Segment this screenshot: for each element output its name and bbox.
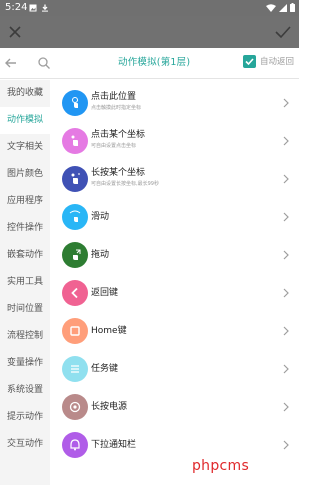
download-icon [42, 4, 48, 12]
auto-return-checkbox[interactable]: 自动返回 [243, 55, 294, 68]
action-title: 下拉通知栏 [91, 440, 137, 450]
action-item-tap-here[interactable]: 点击此位置 点击触摸此时指定坐标 [50, 85, 299, 123]
status-time: 5:24 [5, 2, 28, 13]
action-subtitle: 可自由设置点击坐标 [91, 143, 137, 149]
action-picker-panel: 动作模拟(第1层) 自动返回 我的收藏 动作模拟 文字相关 图片颜色 应用程序 … [0, 48, 299, 485]
chevron-right-icon [283, 212, 289, 222]
sidebar-item-apps[interactable]: 应用程序 [0, 188, 50, 215]
action-item-pull-notification[interactable]: 下拉通知栏 [50, 427, 299, 465]
watermark: phpcms [192, 458, 250, 474]
sidebar-item-tools[interactable]: 实用工具 [0, 269, 50, 296]
action-item-home-key[interactable]: Home键 [50, 313, 299, 351]
chevron-right-icon [283, 136, 289, 146]
wifi-icon [266, 3, 276, 12]
sidebar-item-favorites[interactable]: 我的收藏 [0, 80, 50, 107]
chevron-right-icon [283, 326, 289, 336]
action-item-swipe[interactable]: 滑动 [50, 199, 299, 237]
signal-icon [279, 3, 287, 12]
confirm-check-icon[interactable] [273, 22, 293, 42]
notification-icon [62, 432, 88, 458]
gallery-icon [29, 4, 37, 12]
action-item-long-press-power[interactable]: 长按电源 [50, 389, 299, 427]
tap-icon [62, 90, 88, 116]
sidebar-item-nested[interactable]: 嵌套动作 [0, 242, 50, 269]
back-key-icon [62, 280, 88, 306]
action-title: 长按某个坐标 [91, 168, 146, 178]
dialog-title-bar [0, 16, 299, 48]
back-arrow-icon[interactable] [4, 56, 18, 70]
action-item-long-press[interactable]: 长按某个坐标 可自由设置长按坐标,最长99秒 [50, 161, 299, 199]
chevron-right-icon [283, 98, 289, 108]
action-title: 点击此位置 [91, 92, 137, 102]
auto-return-label: 自动返回 [260, 56, 295, 67]
action-title: 点击某个坐标 [91, 130, 146, 140]
chevron-right-icon [283, 402, 289, 412]
chevron-right-icon [283, 364, 289, 374]
sidebar-item-time-location[interactable]: 时间位置 [0, 296, 50, 323]
action-title: 任务键 [91, 364, 119, 374]
chevron-right-icon [283, 250, 289, 260]
battery-icon [290, 3, 295, 12]
close-icon[interactable] [5, 22, 25, 42]
sidebar-item-variables[interactable]: 变量操作 [0, 350, 50, 377]
action-item-task-key[interactable]: 任务键 [50, 351, 299, 389]
sidebar-item-widget-ops[interactable]: 控件操作 [0, 215, 50, 242]
home-key-icon [62, 318, 88, 344]
status-indicators [266, 3, 295, 12]
sidebar-item-text[interactable]: 文字相关 [0, 134, 50, 161]
action-subtitle: 点击触摸此时指定坐标 [91, 105, 142, 111]
category-sidebar: 我的收藏 动作模拟 文字相关 图片颜色 应用程序 控件操作 嵌套动作 实用工具 … [0, 80, 50, 485]
status-bar: 5:24 [0, 0, 299, 16]
chevron-right-icon [283, 174, 289, 184]
page-title: 动作模拟(第1层) [118, 57, 191, 68]
action-title: 拖动 [91, 250, 110, 260]
sidebar-item-image-color[interactable]: 图片颜色 [0, 161, 50, 188]
checkbox-checked-icon[interactable] [243, 55, 256, 68]
action-list: 点击此位置 点击触摸此时指定坐标 点击某个坐标 可自由设置点击坐标 长按某个坐标… [50, 80, 299, 485]
action-title: 长按电源 [91, 402, 128, 412]
tap-coordinate-icon [62, 128, 88, 154]
sidebar-item-action-simulation[interactable]: 动作模拟 [0, 107, 50, 134]
action-item-drag[interactable]: 拖动 [50, 237, 299, 275]
drag-icon [62, 242, 88, 268]
sidebar-item-system-settings[interactable]: 系统设置 [0, 377, 50, 404]
panel-toolbar: 动作模拟(第1层) 自动返回 [0, 48, 299, 79]
action-item-tap-coordinate[interactable]: 点击某个坐标 可自由设置点击坐标 [50, 123, 299, 161]
search-icon[interactable] [37, 56, 51, 70]
task-key-icon [62, 356, 88, 382]
swipe-icon [62, 204, 88, 230]
action-title: 滑动 [91, 212, 110, 222]
action-subtitle: 可自由设置长按坐标,最长99秒 [91, 181, 159, 187]
action-title: Home键 [91, 326, 127, 336]
chevron-right-icon [283, 288, 289, 298]
chevron-right-icon [283, 440, 289, 450]
sidebar-item-prompts[interactable]: 提示动作 [0, 404, 50, 431]
action-title: 返回键 [91, 288, 119, 298]
long-press-icon [62, 166, 88, 192]
sidebar-item-flow-control[interactable]: 流程控制 [0, 323, 50, 350]
power-icon [62, 394, 88, 420]
sidebar-item-interaction[interactable]: 交互动作 [0, 431, 50, 458]
action-item-back-key[interactable]: 返回键 [50, 275, 299, 313]
